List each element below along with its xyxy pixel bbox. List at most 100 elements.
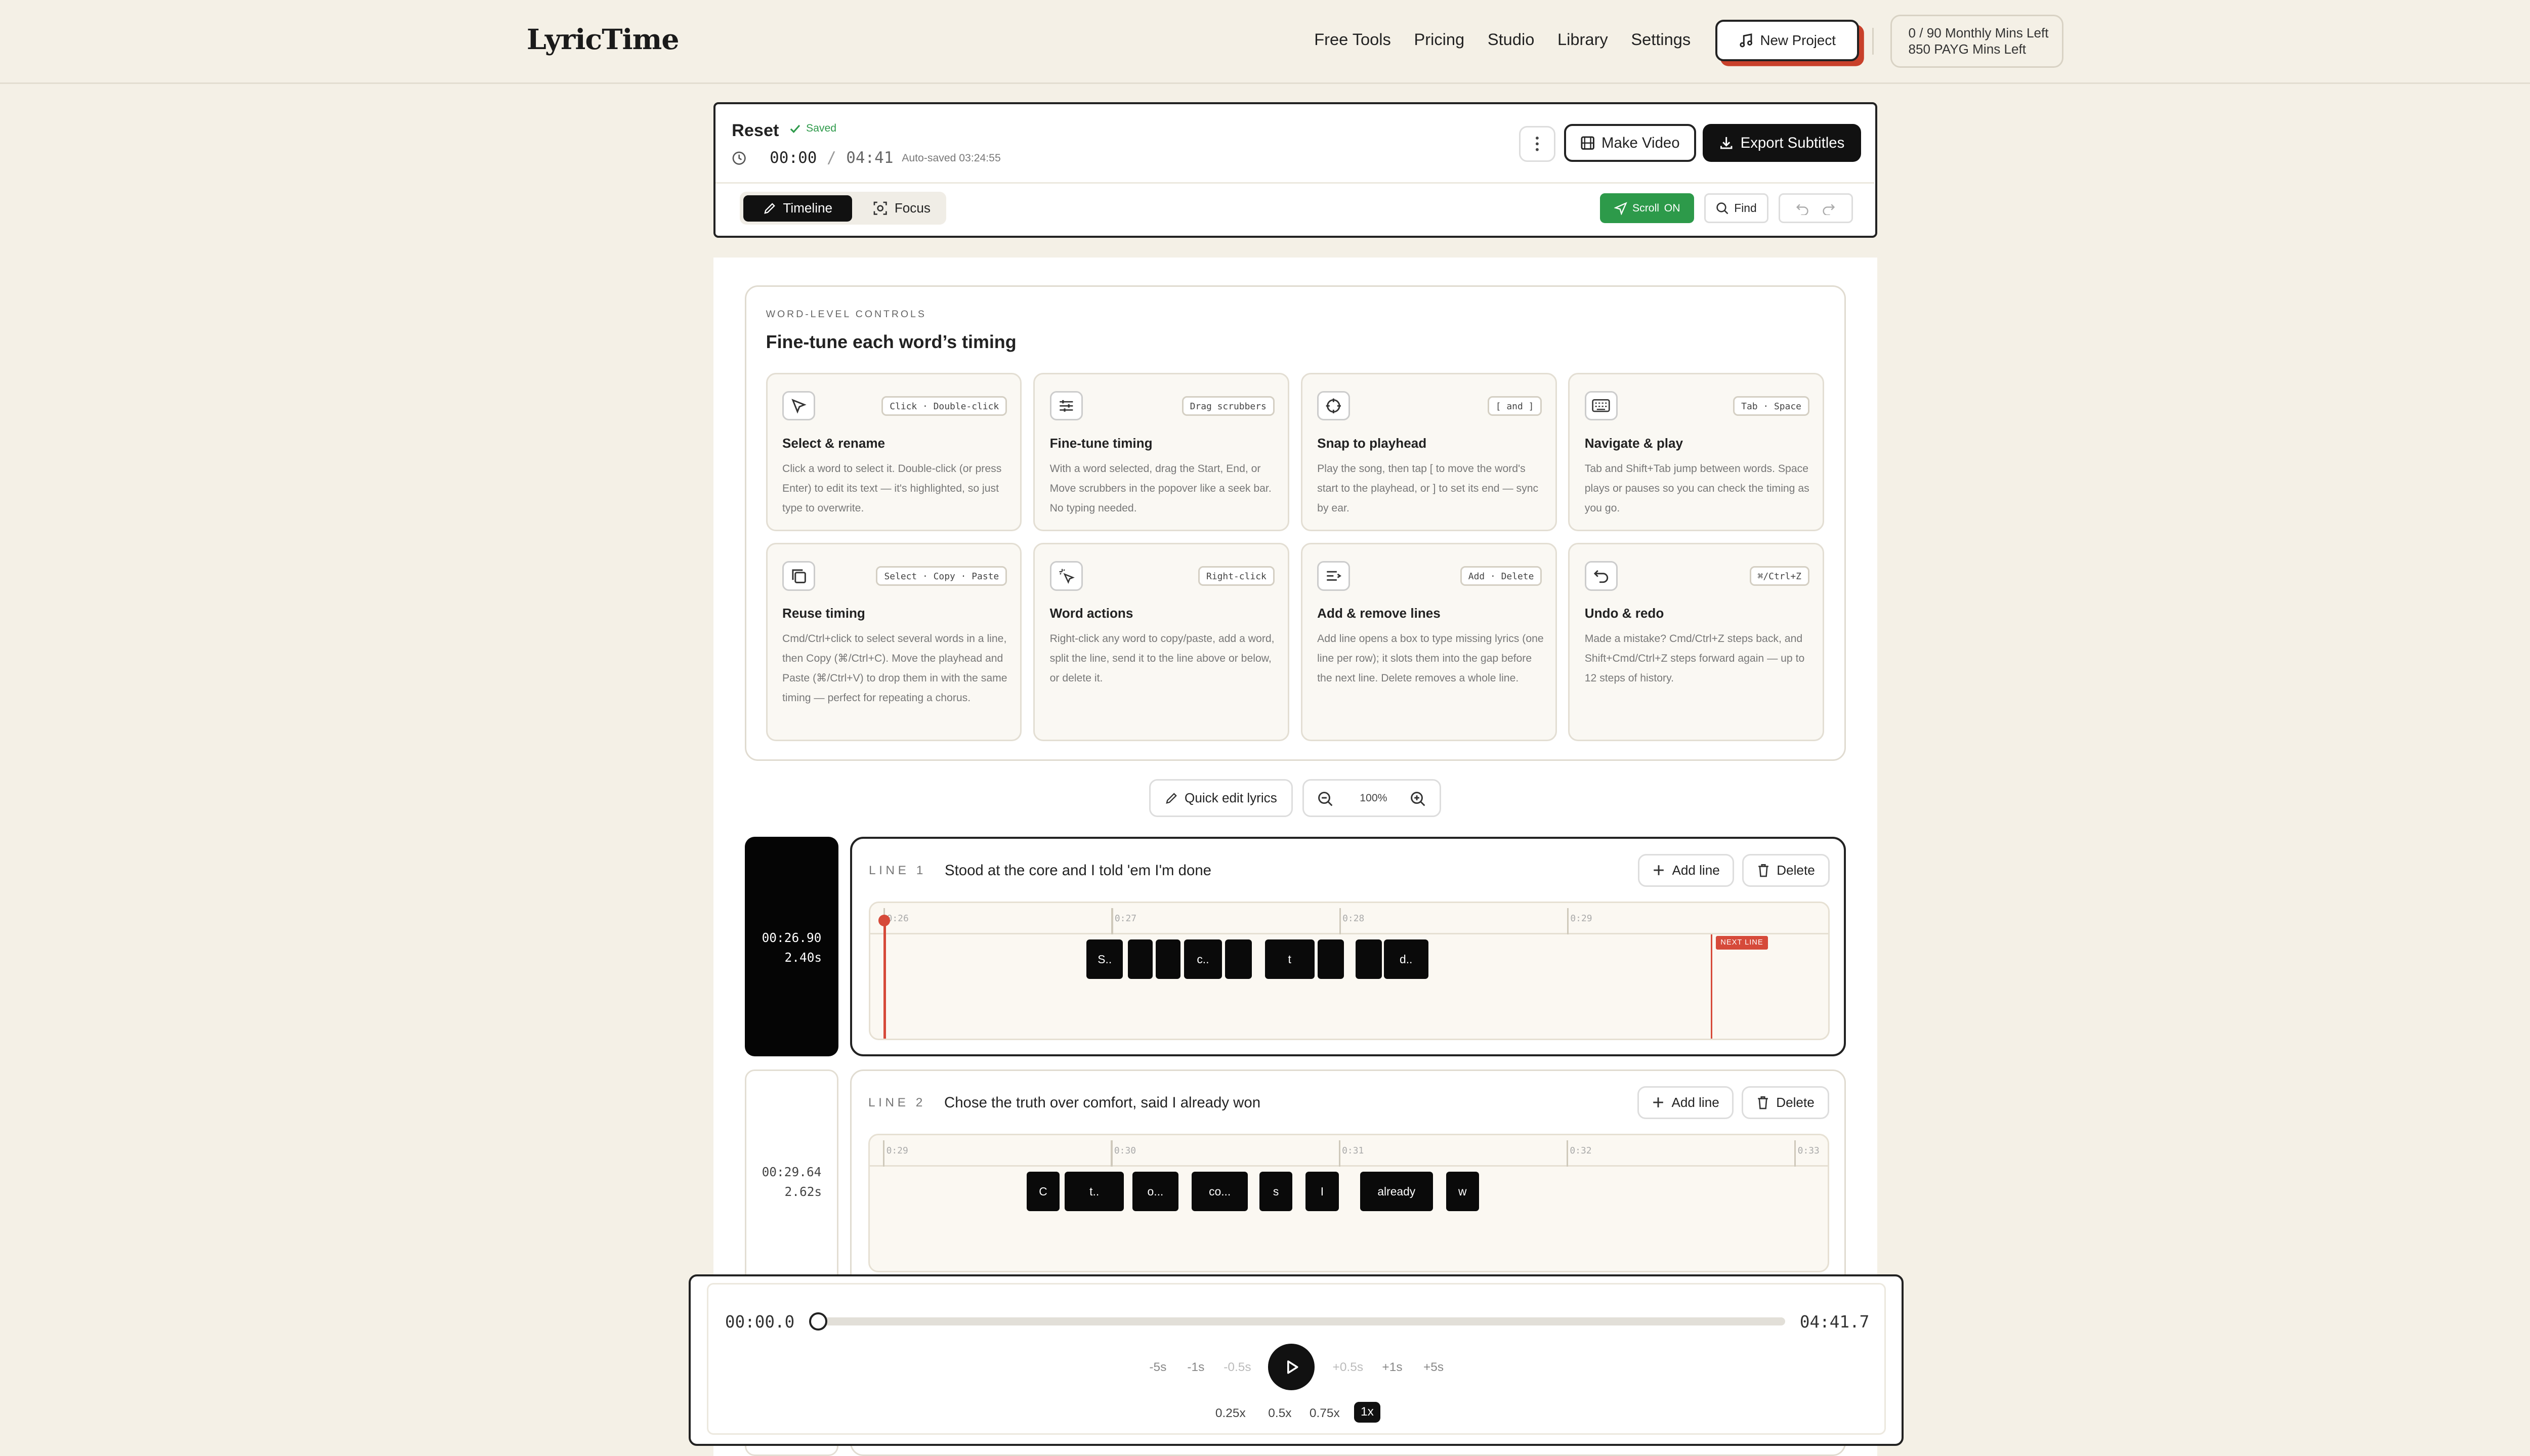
word-block[interactable]: C [1026, 1172, 1060, 1212]
view-mode-toggle: Timeline Focus [740, 192, 947, 225]
tab-timeline[interactable]: Timeline [743, 195, 853, 222]
player-inner: 00:00.0 04:41.7 -5s -1s -0.5s +0.5s +1s … [707, 1282, 1886, 1435]
nav-link-settings[interactable]: Settings [1631, 30, 1691, 49]
undo-icon[interactable] [1796, 202, 1809, 215]
add-line-button[interactable]: Add line [1638, 853, 1734, 887]
tile-description: Add line opens a box to type missing lyr… [1317, 632, 1544, 684]
rate-option[interactable]: 0.5x [1268, 1406, 1291, 1421]
clock-icon [732, 151, 746, 165]
quick-edit-lyrics-button[interactable]: Quick edit lyrics [1149, 779, 1293, 818]
word-block[interactable] [1156, 939, 1181, 979]
ruler-label: 0:28 [1342, 913, 1365, 924]
redo-icon[interactable] [1822, 202, 1835, 215]
new-project-label: New Project [1760, 32, 1836, 48]
word-block[interactable]: s [1259, 1172, 1293, 1212]
rate-option[interactable]: 0.75x [1310, 1406, 1340, 1421]
seek-handle[interactable] [809, 1312, 828, 1331]
tile-description: Cmd/Ctrl+click to select several words i… [782, 632, 1007, 704]
word-block[interactable]: c.. [1184, 939, 1222, 979]
ruler-label: 0:26 [887, 913, 909, 924]
rate-option[interactable]: 0.25x [1215, 1406, 1246, 1421]
current-time: 00:00 [770, 149, 817, 167]
tab-focus-label: Focus [894, 200, 931, 216]
undo-icon [1584, 561, 1618, 591]
tile-description: Click a word to select it. Double-click … [782, 462, 1002, 514]
trash-icon [1756, 1095, 1769, 1110]
line-timing-box[interactable]: 00:29.64 2.62s [744, 1069, 839, 1291]
skip-fwd-1s[interactable]: +1s [1382, 1360, 1402, 1375]
ruler-tick [1566, 1140, 1569, 1167]
tile-shortcut: Drag scrubbers [1182, 396, 1275, 416]
word-block[interactable] [1318, 939, 1344, 979]
nav-link-free-tools[interactable]: Free Tools [1314, 30, 1391, 49]
zoom-in-icon[interactable] [1410, 791, 1426, 807]
nav-link-studio[interactable]: Studio [1488, 30, 1534, 49]
word-block[interactable] [1127, 939, 1153, 979]
line-number: LINE 1 [868, 864, 926, 878]
nav-link-pricing[interactable]: Pricing [1414, 30, 1465, 49]
new-project-button[interactable]: New Project [1715, 20, 1859, 61]
top-nav: LyricTime Free Tools Pricing Studio Libr… [0, 0, 2530, 84]
playhead-handle[interactable] [878, 915, 891, 926]
delete-line-label: Delete [1776, 1094, 1815, 1110]
scroll-state: ON [1664, 202, 1680, 214]
find-button[interactable]: Find [1704, 193, 1769, 224]
word-block[interactable]: o... [1132, 1172, 1179, 1212]
saved-status: Saved [789, 122, 836, 135]
export-subtitles-button[interactable]: Export Subtitles [1702, 124, 1861, 162]
add-line-button[interactable]: Add line [1637, 1086, 1734, 1119]
audio-player: 00:00.0 04:41.7 -5s -1s -0.5s +0.5s +1s … [688, 1274, 1904, 1446]
make-video-button[interactable]: Make Video [1564, 124, 1696, 162]
playhead[interactable] [883, 916, 886, 1039]
word-block[interactable] [1356, 939, 1382, 979]
more-options-button[interactable] [1519, 125, 1556, 162]
monthly-minutes: 0 / 90 Monthly Mins Left [1908, 25, 2049, 40]
skip-back-half-s[interactable]: -0.5s [1224, 1360, 1251, 1375]
logo[interactable]: LyricTime [527, 23, 680, 56]
skip-back-1s[interactable]: -1s [1187, 1360, 1204, 1375]
word-block[interactable]: d.. [1383, 939, 1428, 979]
rate-option-selected[interactable]: 1x [1354, 1401, 1380, 1423]
word-block[interactable]: co... [1192, 1172, 1248, 1212]
download-icon [1719, 136, 1734, 150]
lyric-line-card[interactable]: LINE 1 Stood at the core and I told 'em … [850, 837, 1846, 1057]
line-text[interactable]: Stood at the core and I told 'em I'm don… [945, 862, 1211, 879]
nav-link-library[interactable]: Library [1557, 30, 1608, 49]
word-block[interactable]: already [1360, 1172, 1433, 1212]
word-controls-card: WORD-LEVEL CONTROLS Fine-tune each word’… [744, 285, 1846, 761]
line-text[interactable]: Chose the truth over comfort, said I alr… [944, 1094, 1260, 1111]
history-controls [1778, 193, 1853, 224]
tab-focus[interactable]: Focus [862, 195, 942, 222]
delete-line-button[interactable]: Delete [1742, 853, 1830, 887]
word-block[interactable]: w [1446, 1172, 1479, 1212]
word-block[interactable]: I [1305, 1172, 1339, 1212]
word-block[interactable] [1225, 939, 1252, 979]
payg-minutes: 850 PAYG Mins Left [1908, 41, 2027, 57]
word-timeline[interactable]: 0:29 0:30 0:31 0:32 0:33 C t.. o... co..… [868, 1134, 1829, 1273]
trash-icon [1757, 863, 1770, 878]
nav-divider [1872, 28, 1874, 55]
skip-back-5s[interactable]: -5s [1149, 1360, 1166, 1375]
lyric-line-card[interactable]: LINE 2 Chose the truth over comfort, sai… [850, 1069, 1846, 1291]
plus-icon [1652, 1096, 1665, 1109]
minutes-balance[interactable]: 0 / 90 Monthly Mins Left 850 PAYG Mins L… [1890, 15, 2064, 68]
word-block[interactable]: S.. [1086, 939, 1123, 979]
play-button[interactable] [1268, 1344, 1315, 1390]
line-timing-box[interactable]: 00:26.90 2.40s [744, 837, 839, 1057]
project-title[interactable]: Reset [732, 121, 779, 141]
word-block[interactable]: t.. [1064, 1172, 1124, 1212]
skip-fwd-5s[interactable]: +5s [1423, 1360, 1444, 1375]
autoscroll-toggle[interactable]: Scroll ON [1600, 193, 1695, 224]
skip-fwd-half-s[interactable]: +0.5s [1333, 1360, 1364, 1375]
sliders-icon [1049, 391, 1083, 421]
ruler-tick [1794, 1140, 1796, 1167]
word-timeline[interactable]: 0:26 0:27 0:28 0:29 NEXT LINE S.. c.. t … [868, 902, 1830, 1041]
delete-line-button[interactable]: Delete [1741, 1086, 1829, 1119]
tab-timeline-label: Timeline [783, 200, 833, 216]
export-subtitles-label: Export Subtitles [1740, 134, 1845, 151]
tile-description: With a word selected, drag the Start, En… [1049, 462, 1272, 514]
player-total-time: 04:41.7 [1799, 1312, 1870, 1332]
word-block[interactable]: t [1264, 939, 1315, 979]
tile-shortcut: Right-click [1198, 566, 1275, 586]
seek-bar[interactable] [816, 1317, 1785, 1326]
